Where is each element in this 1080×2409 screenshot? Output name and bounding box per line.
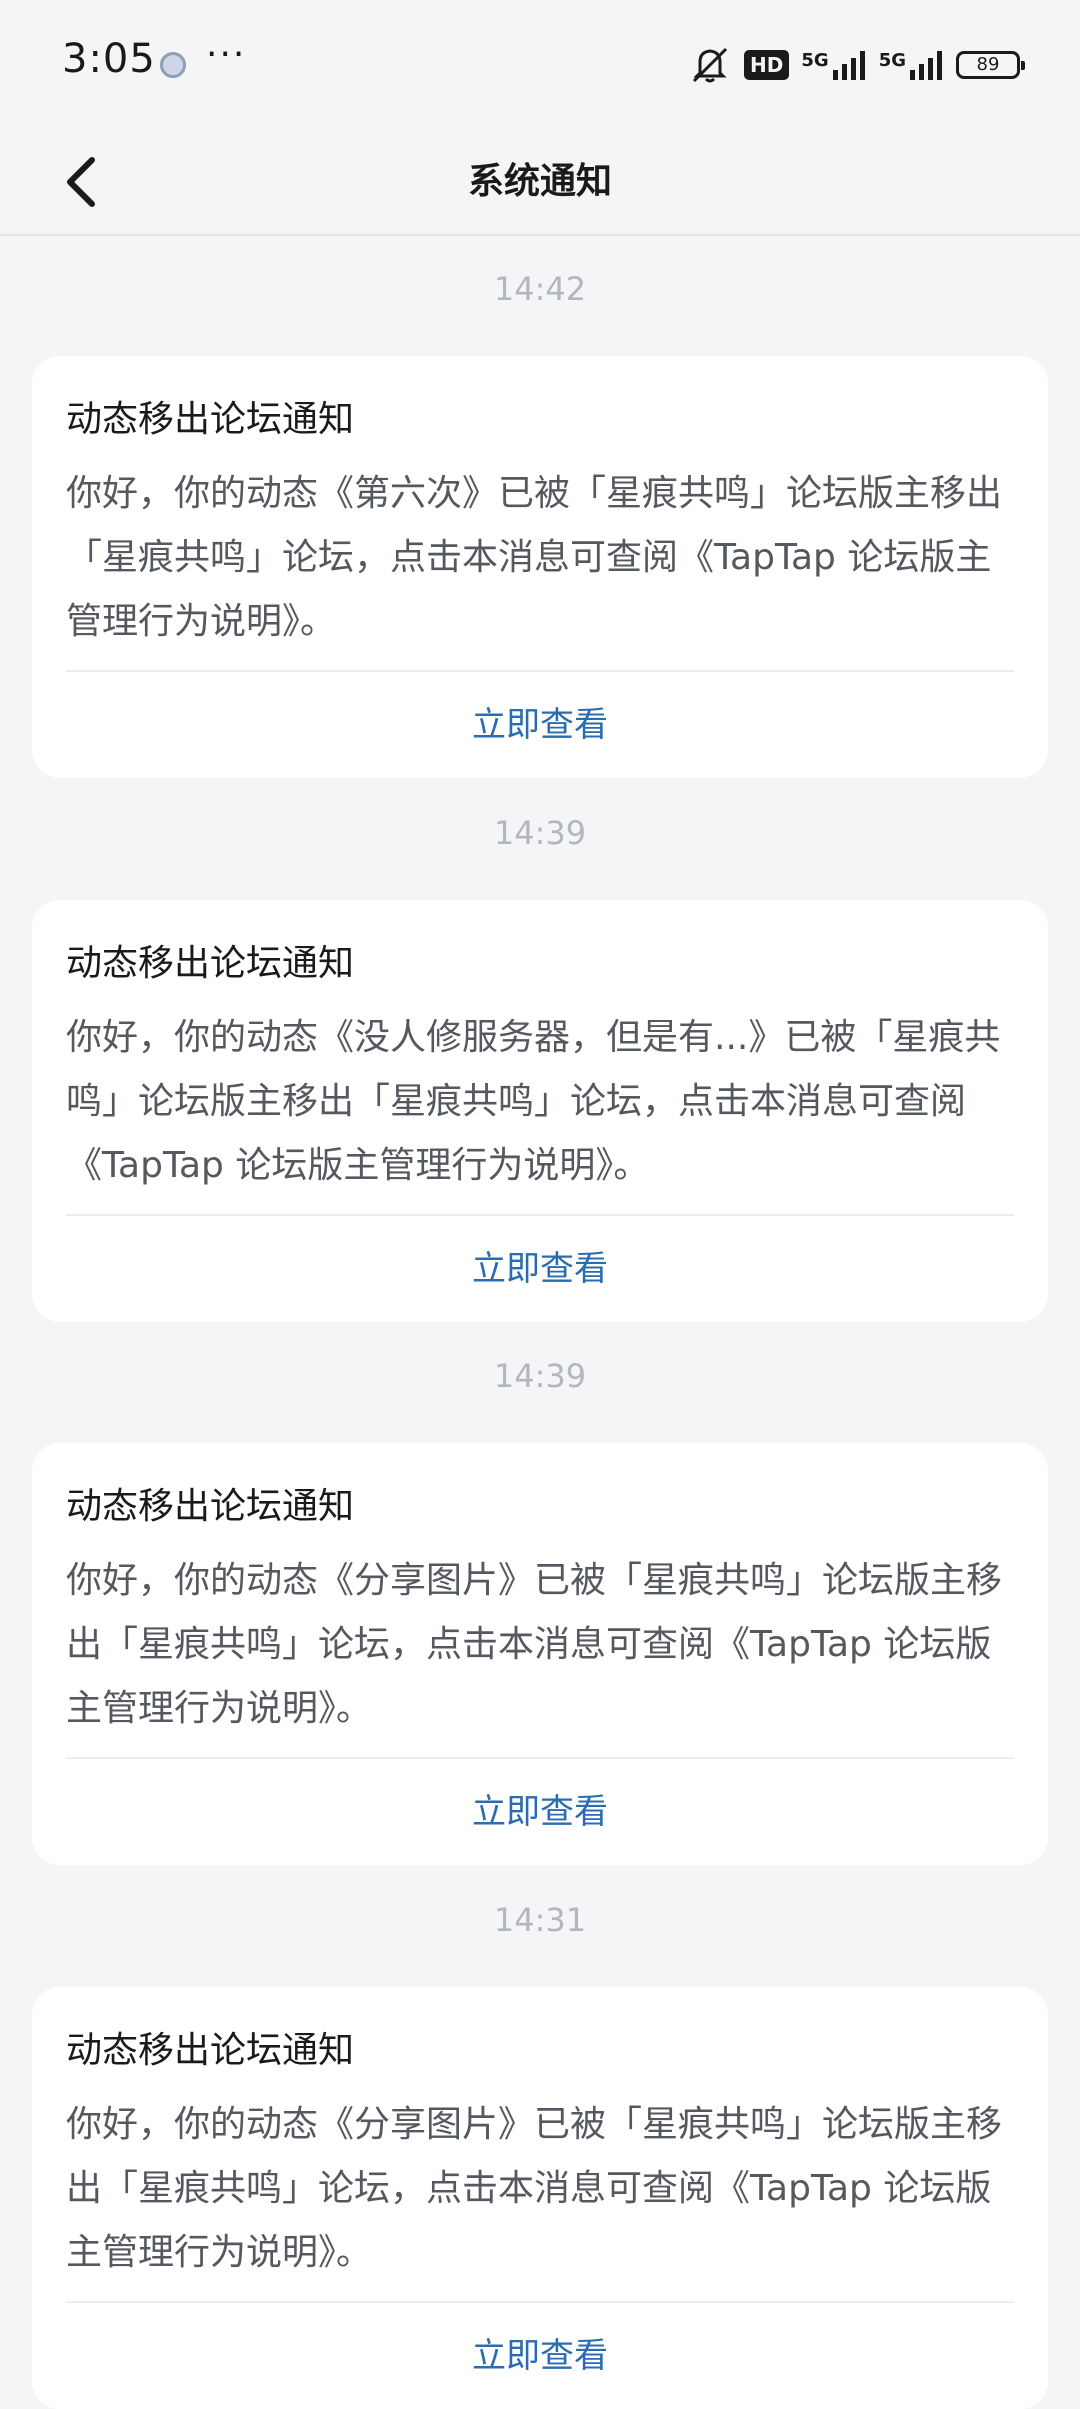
notification-card[interactable]: 动态移出论坛通知 你好，你的动态《第六次》已被「星痕共鸣」论坛版主移出「星痕共鸣… (32, 356, 1048, 778)
battery-icon: 89 (956, 51, 1025, 79)
network-type-2: 5G (878, 50, 906, 71)
notification-body: 你好，你的动态《分享图片》已被「星痕共鸣」论坛版主移出「星痕共鸣」论坛，点击本消… (66, 2104, 1003, 2273)
notification-title: 动态移出论坛通知 (66, 399, 355, 440)
notification-card[interactable]: 动态移出论坛通知 你好，你的动态《没人修服务器，但是有...》已被「星痕共鸣」论… (32, 900, 1048, 1322)
network-type-1: 5G (801, 50, 829, 71)
app-notification-icon (160, 52, 186, 78)
notification-title: 动态移出论坛通知 (66, 2030, 355, 2071)
view-now-button[interactable]: 立即查看 (32, 1216, 1048, 1322)
notification-timestamp: 14:31 (493, 1901, 587, 1939)
view-now-button[interactable]: 立即查看 (32, 672, 1048, 778)
mute-icon (688, 45, 732, 85)
status-time: 3:05 (62, 36, 156, 82)
notification-timestamp: 14:42 (493, 270, 587, 308)
notification-body: 你好，你的动态《第六次》已被「星痕共鸣」论坛版主移出「星痕共鸣」论坛，点击本消息… (66, 473, 1003, 642)
view-now-button[interactable]: 立即查看 (32, 2303, 1048, 2409)
status-bar: 3:05 ··· HD 5G 5G 89 (0, 0, 1080, 130)
notification-title: 动态移出论坛通知 (66, 943, 355, 984)
more-notifications-icon: ··· (206, 34, 247, 75)
notification-card[interactable]: 动态移出论坛通知 你好，你的动态《分享图片》已被「星痕共鸣」论坛版主移出「星痕共… (32, 1987, 1048, 2409)
signal-2-icon: 5G (879, 50, 944, 80)
hd-voice-icon: HD (744, 50, 790, 80)
page-title: 系统通知 (467, 161, 612, 202)
notification-body: 你好，你的动态《分享图片》已被「星痕共鸣」论坛版主移出「星痕共鸣」论坛，点击本消… (66, 1560, 1003, 1729)
navigation-bar: 系统通知 (0, 130, 1080, 236)
notification-title: 动态移出论坛通知 (66, 1486, 355, 1527)
notification-card[interactable]: 动态移出论坛通知 你好，你的动态《分享图片》已被「星痕共鸣」论坛版主移出「星痕共… (32, 1443, 1048, 1865)
notification-timestamp: 14:39 (493, 814, 587, 852)
status-indicators: HD 5G 5G 89 (688, 40, 1025, 90)
notification-body: 你好，你的动态《没人修服务器，但是有...》已被「星痕共鸣」论坛版主移出「星痕共… (66, 1017, 1001, 1186)
view-now-button[interactable]: 立即查看 (32, 1759, 1048, 1865)
notification-timestamp: 14:39 (493, 1357, 587, 1395)
signal-1-icon: 5G (801, 50, 866, 80)
